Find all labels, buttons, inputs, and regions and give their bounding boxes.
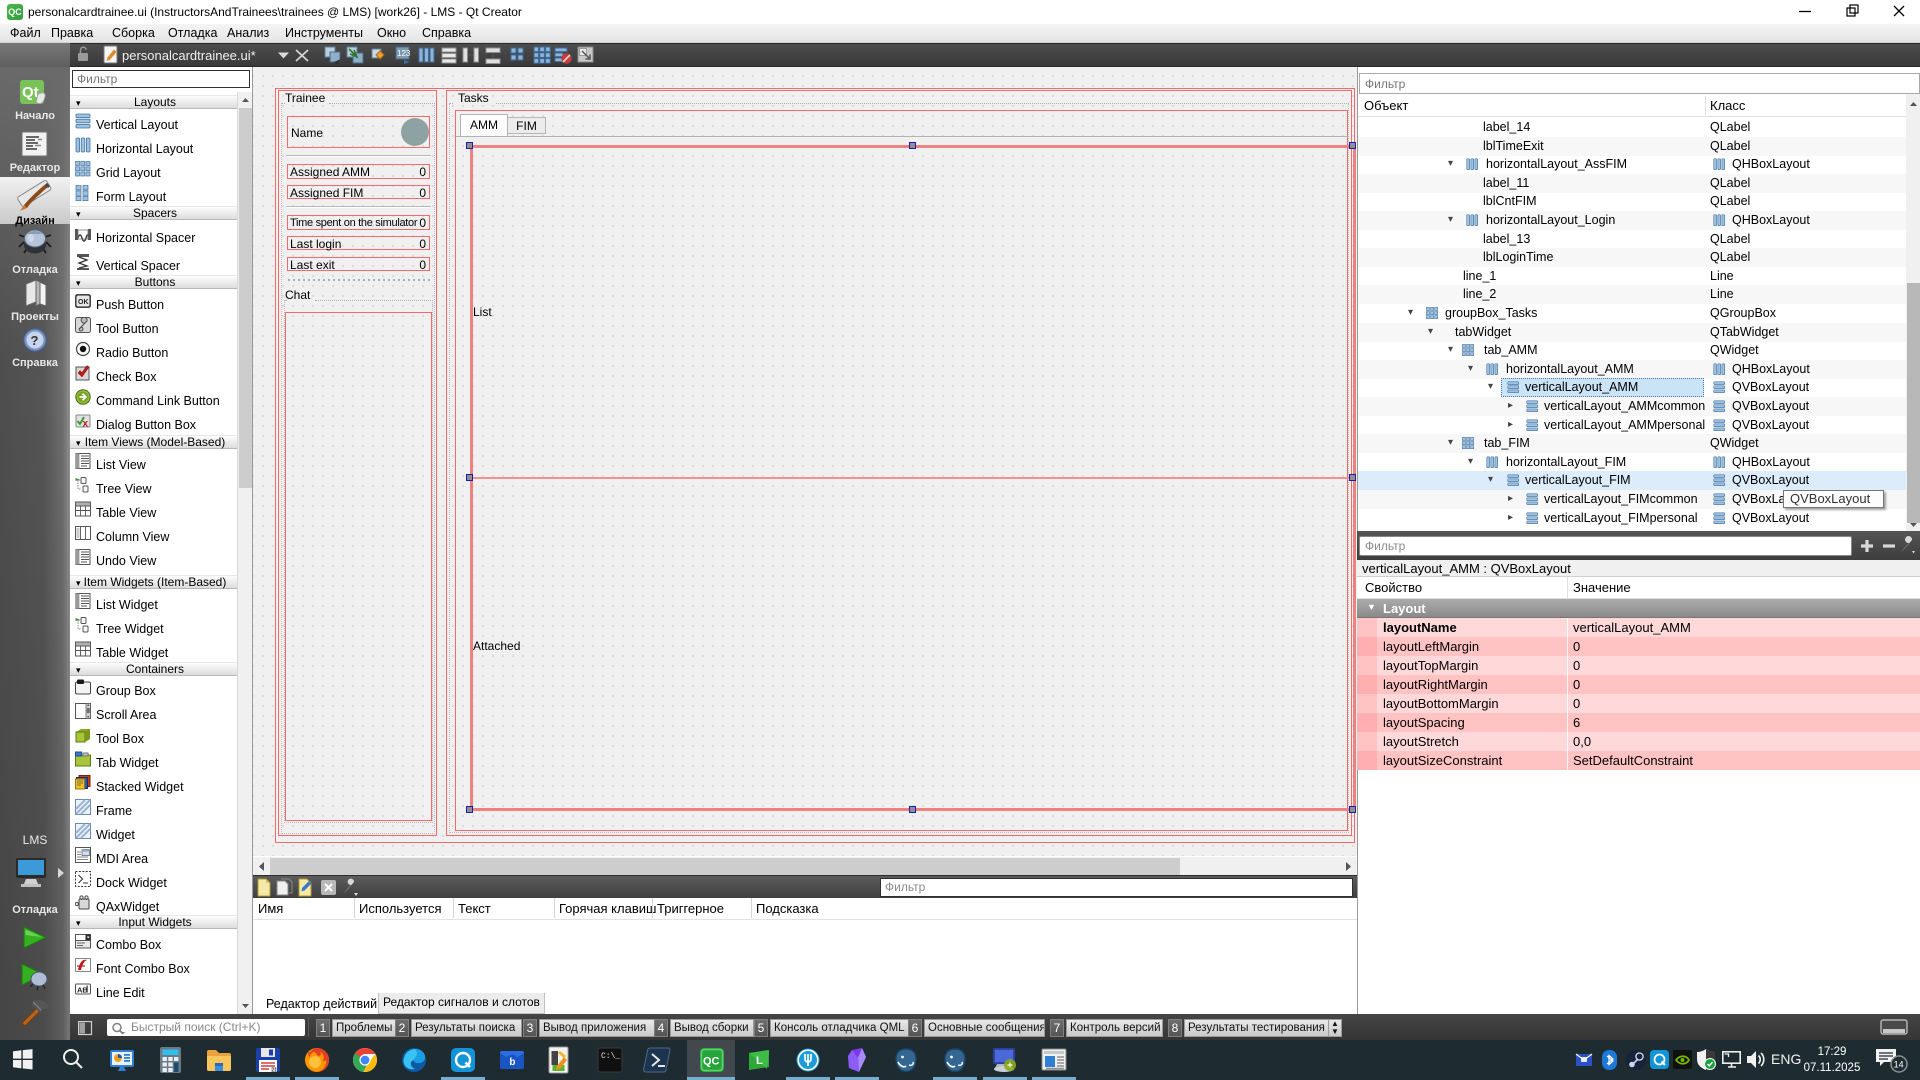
svg-text:b: b — [509, 1057, 515, 1068]
svg-text:QC: QC — [703, 1056, 720, 1068]
svg-text:123: 123 — [397, 49, 411, 58]
svg-text:L: L — [756, 1055, 763, 1067]
svg-text:14: 14 — [1894, 1060, 1904, 1070]
svg-text:?: ? — [31, 333, 39, 348]
svg-text:Qt: Qt — [22, 84, 39, 101]
svg-text:C:\_: C:\_ — [601, 1052, 620, 1061]
svg-text:21: 21 — [272, 1068, 278, 1074]
